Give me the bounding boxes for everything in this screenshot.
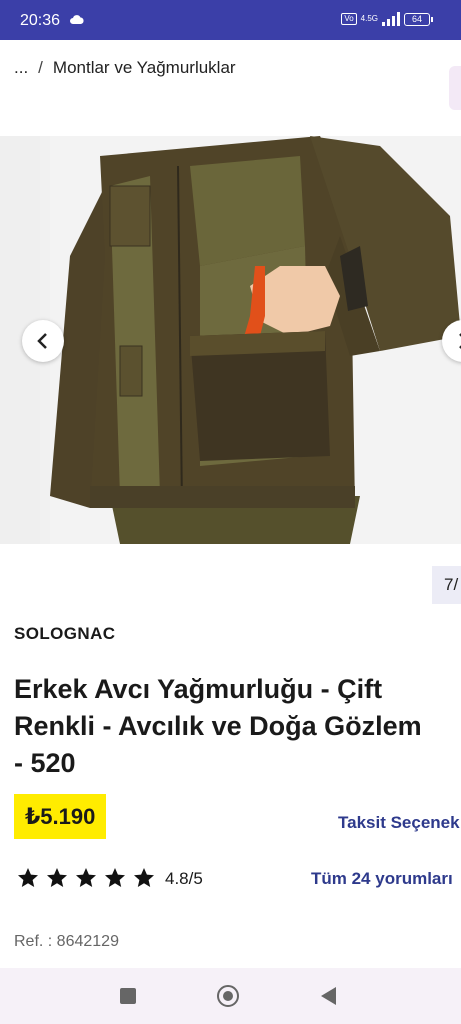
back-icon[interactable] (321, 987, 336, 1005)
battery-icon: 64 (404, 12, 433, 26)
installment-options-link[interactable]: Taksit Seçenek (338, 813, 460, 833)
image-counter: 7/ (432, 566, 461, 604)
breadcrumb-current[interactable]: Montlar ve Yağmurluklar (53, 58, 236, 78)
recents-icon[interactable] (120, 988, 136, 1004)
cloud-icon (70, 15, 84, 24)
breadcrumb-ellipsis[interactable]: ... (14, 58, 28, 78)
side-tab[interactable] (449, 66, 461, 110)
brand-name[interactable]: SOLOGNAC (14, 624, 115, 644)
star-icon (76, 868, 96, 887)
home-icon[interactable] (217, 985, 239, 1007)
all-reviews-link[interactable]: Tüm 24 yorumları (311, 869, 453, 889)
product-title-line: Renkli - Avcılık ve Doğa Gözlem (14, 711, 422, 741)
status-bar: 20:36 Vo 4.5G 64 (0, 0, 461, 40)
rating-value: 4.8/5 (165, 869, 203, 888)
product-reference: Ref. : 8642129 (14, 933, 119, 950)
breadcrumb-separator: / (38, 58, 43, 77)
volte-icon: Vo (341, 13, 357, 25)
product-image[interactable] (50, 136, 461, 544)
status-time: 20:36 (20, 12, 61, 29)
product-title: Erkek Avcı Yağmurluğu - Çift Renkli - Av… (14, 671, 461, 782)
price-badge: ₺5.190 (14, 794, 107, 839)
battery-level: 64 (404, 12, 430, 26)
status-icons: Vo 4.5G 64 (341, 12, 433, 26)
star-icon (47, 868, 67, 887)
star-icon (134, 868, 154, 887)
product-image-gallery[interactable] (0, 136, 461, 544)
gallery-prev-button[interactable] (22, 320, 64, 362)
star-icon (18, 868, 38, 887)
chevron-left-icon (37, 333, 47, 349)
star-icon (105, 868, 125, 887)
breadcrumb: ... / Montlar ve Yağmurluklar (14, 58, 236, 78)
network-type: 4.5G (360, 14, 378, 23)
product-title-line: Erkek Avcı Yağmurluğu - Çift (14, 674, 383, 704)
jacket-illustration (50, 136, 461, 544)
product-title-line: - 520 (14, 748, 76, 778)
chevron-right-icon (459, 333, 461, 349)
signal-icon (382, 12, 400, 26)
rating-stars (16, 866, 156, 890)
system-navigation-bar (0, 968, 461, 1024)
